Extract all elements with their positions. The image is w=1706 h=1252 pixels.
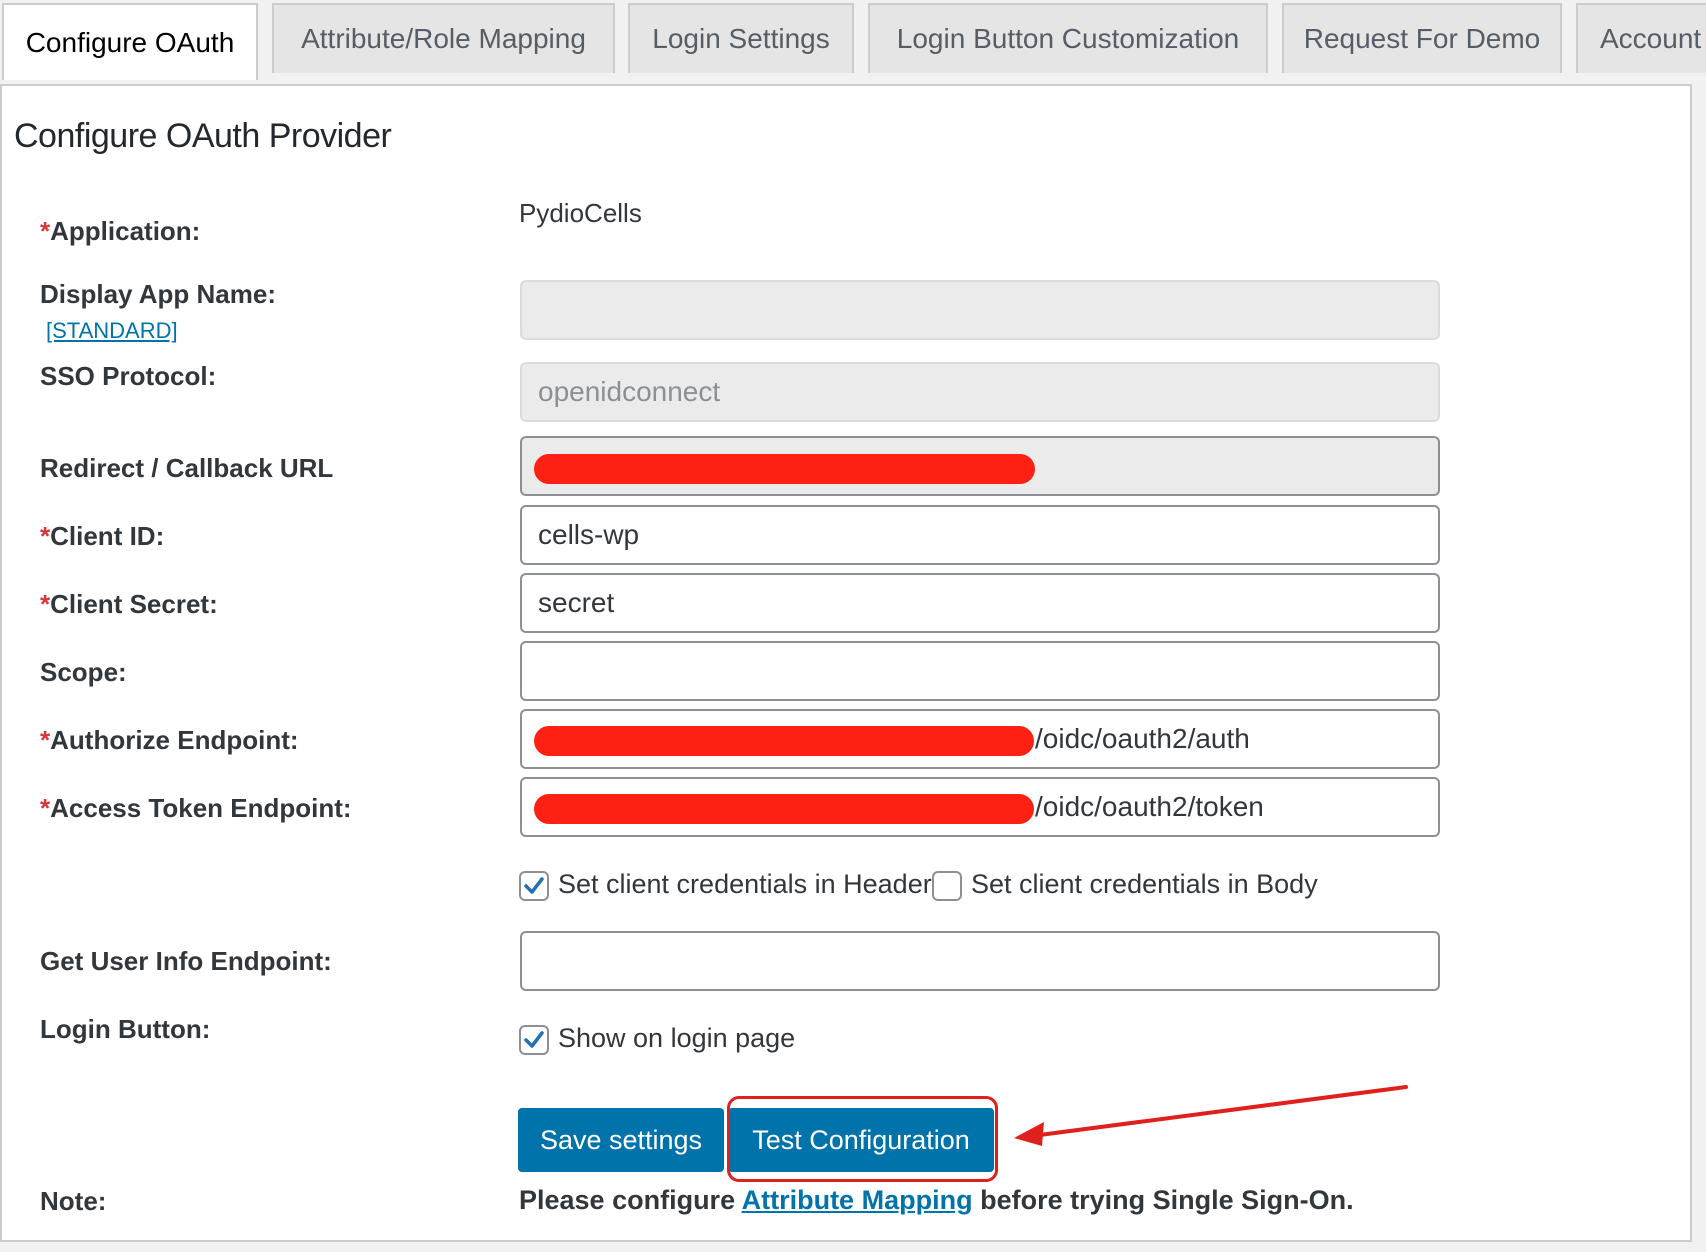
sso-protocol-field[interactable] xyxy=(520,362,1440,422)
test-configuration-highlight xyxy=(727,1096,998,1182)
authorize-endpoint-label: *Authorize Endpoint: xyxy=(40,725,299,755)
standard-link[interactable]: [STANDARD] xyxy=(46,318,178,344)
redaction-bar xyxy=(534,794,1034,824)
scope-field[interactable] xyxy=(520,641,1440,701)
access-token-endpoint-suffix: /oidc/oauth2/token xyxy=(1035,791,1264,822)
oauth-config-page: Configure OAuth Attribute/Role Mapping L… xyxy=(0,0,1706,1252)
credentials-header-label: Set client credentials in Header xyxy=(558,869,932,899)
authorize-endpoint-suffix: /oidc/oauth2/auth xyxy=(1035,723,1250,754)
tab-login-button-customization[interactable]: Login Button Customization xyxy=(868,3,1268,73)
credentials-header-checkbox[interactable] xyxy=(519,871,549,901)
display-app-name-label: Display App Name: xyxy=(40,279,276,309)
display-app-name-field[interactable] xyxy=(520,280,1440,340)
client-id-label: *Client ID: xyxy=(40,521,165,551)
scope-label: Scope: xyxy=(40,657,127,687)
note-text: Please configure Attribute Mapping befor… xyxy=(519,1185,1354,1215)
arrow-left-icon xyxy=(1014,1085,1408,1146)
show-on-login-checkbox[interactable] xyxy=(519,1025,549,1055)
tab-attribute-role-mapping[interactable]: Attribute/Role Mapping xyxy=(272,3,615,73)
application-label: *Application: xyxy=(40,216,201,246)
redaction-bar xyxy=(534,726,1034,756)
tab-configure-oauth[interactable]: Configure OAuth xyxy=(2,3,258,80)
tab-account[interactable]: Account xyxy=(1576,3,1706,73)
save-settings-button[interactable]: Save settings xyxy=(518,1108,724,1172)
client-secret-field[interactable] xyxy=(520,573,1440,633)
attribute-mapping-link[interactable]: Attribute Mapping xyxy=(742,1185,973,1215)
checkmark-icon xyxy=(524,1031,544,1048)
checkmark-icon xyxy=(524,877,544,894)
redirect-url-label: Redirect / Callback URL xyxy=(40,453,334,483)
client-secret-label: *Client Secret: xyxy=(40,589,218,619)
show-on-login-label: Show on login page xyxy=(558,1023,796,1053)
client-id-field[interactable] xyxy=(520,505,1440,565)
tab-request-for-demo[interactable]: Request For Demo xyxy=(1282,3,1562,73)
redaction-bar xyxy=(534,454,1035,484)
sso-protocol-label: SSO Protocol: xyxy=(40,361,217,391)
tab-bar: Configure OAuth Attribute/Role Mapping L… xyxy=(0,0,1706,80)
credentials-body-checkbox[interactable] xyxy=(932,871,962,901)
credentials-body-label: Set client credentials in Body xyxy=(971,869,1318,899)
access-token-endpoint-label: *Access Token Endpoint: xyxy=(40,793,352,823)
login-button-label: Login Button: xyxy=(40,1014,211,1044)
tab-login-settings[interactable]: Login Settings xyxy=(628,3,854,73)
page-title: Configure OAuth Provider xyxy=(14,117,392,155)
user-info-endpoint-field[interactable] xyxy=(520,931,1440,991)
application-value: PydioCells xyxy=(519,198,642,228)
note-label: Note: xyxy=(40,1186,107,1216)
user-info-endpoint-label: Get User Info Endpoint: xyxy=(40,946,332,976)
